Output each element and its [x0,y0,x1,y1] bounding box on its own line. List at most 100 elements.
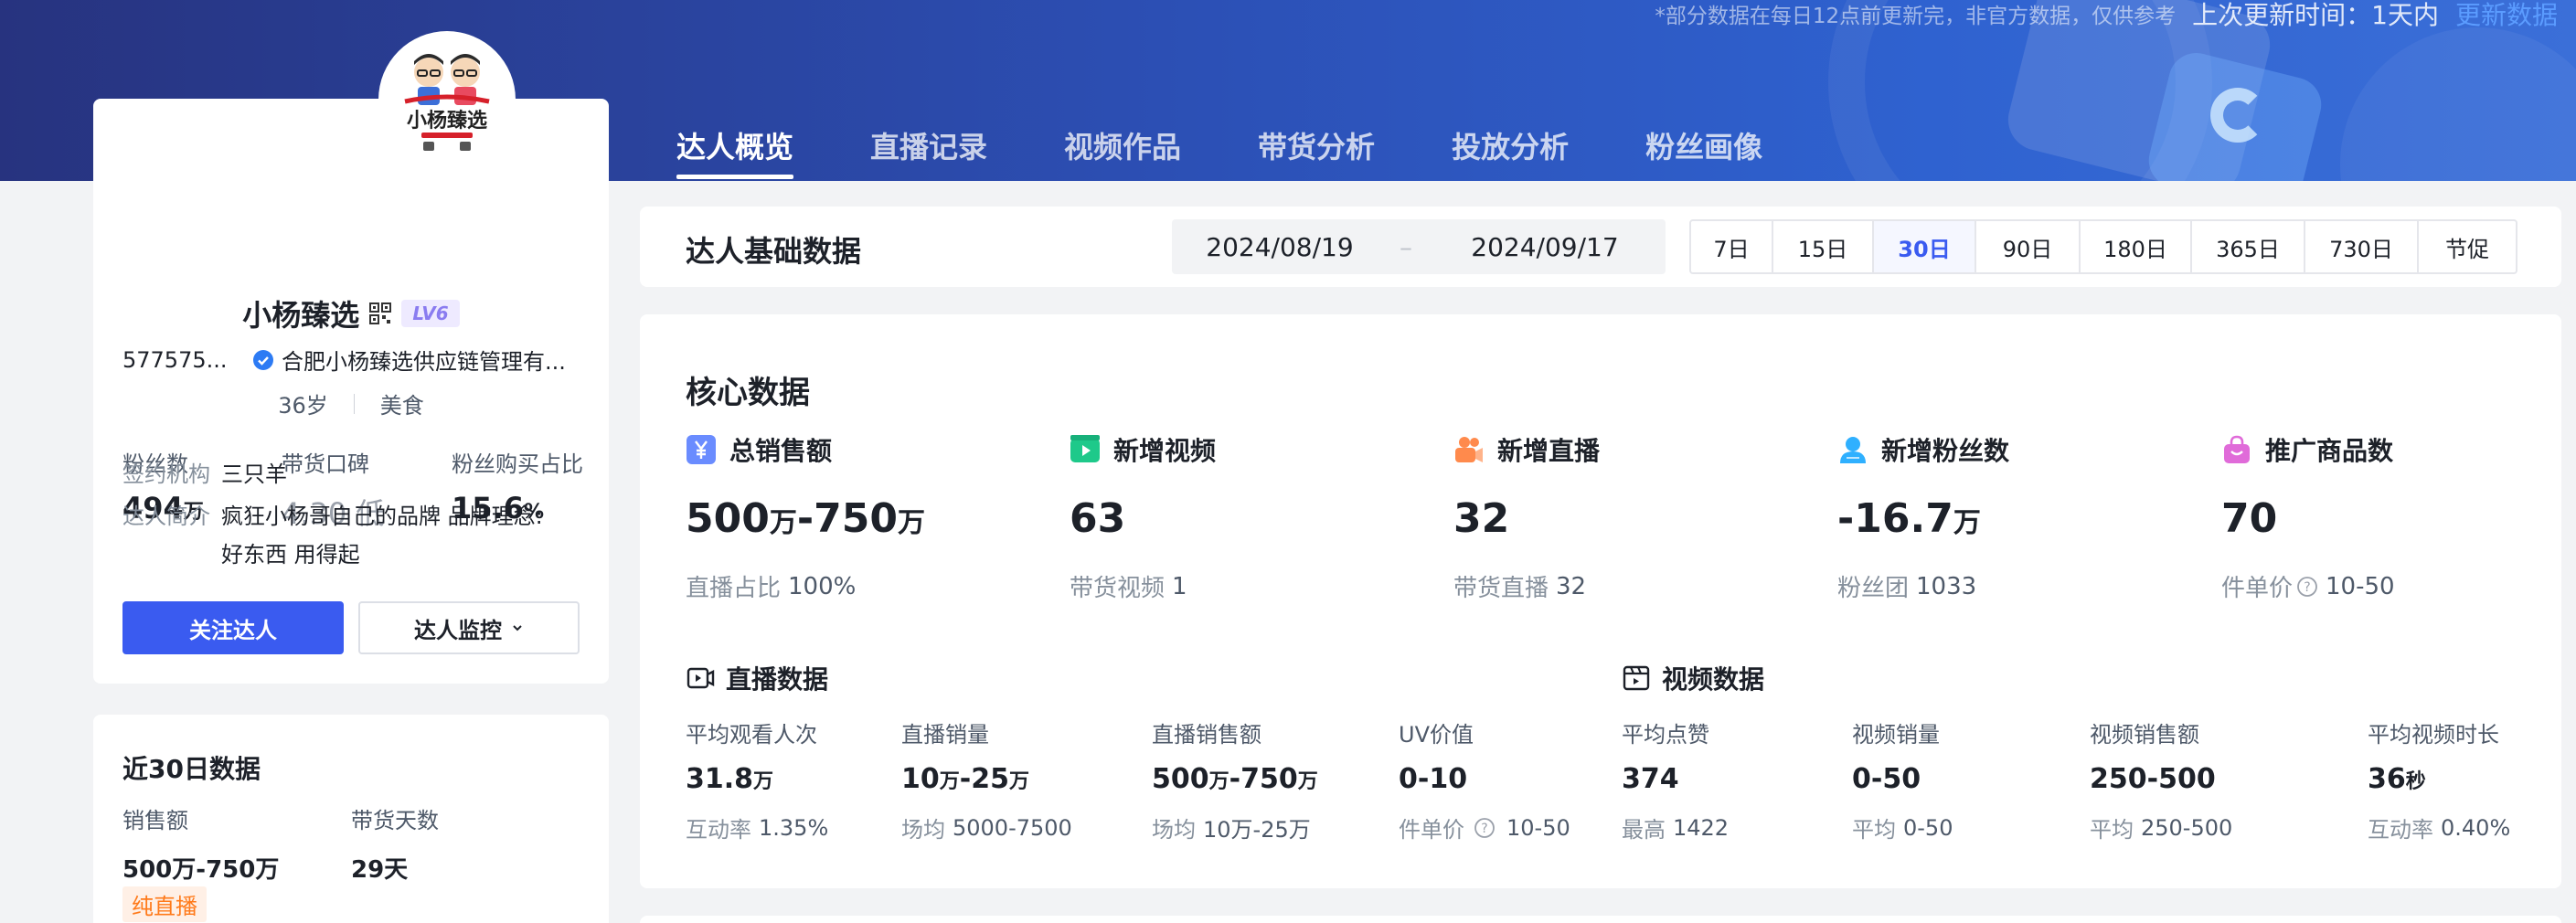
intro-text-line: 好东西 用得起 [221,542,360,568]
range-selector: 7日 15日 30日 90日 180日 365日 730日 节促 [1689,219,2517,274]
metric-unit: 万 [1008,770,1029,793]
range-option[interactable]: 节促 [2419,221,2516,272]
follow-button[interactable]: 关注达人 [122,601,344,654]
kpi-label: 推广商品数 [2265,436,2394,466]
video-play-icon [1070,435,1100,462]
metric-unit: 万 [939,770,960,793]
update-data-link[interactable]: 更新数据 [2455,0,2558,32]
tab-fan-profile[interactable]: 粉丝画像 [1645,124,1762,166]
metric-label: 平均点赞 [1622,722,1709,748]
kpi-sub-label: 带货直播 [1453,575,1549,602]
basic-data-title: 达人基础数据 [686,234,862,269]
kpi-new-videos: 新增视频 63 带货视频 1 [1070,431,1216,603]
kpi-sub-value: 32 [1556,572,1587,600]
avatar[interactable]: 小杨臻选 [385,37,509,162]
metric-value: 36 [2368,763,2406,795]
kpi-label: 总销售额 [729,436,833,466]
recent-sales: 销售额 500万-750万 [122,802,279,885]
metric-unit: 万 [1208,770,1229,793]
range-option[interactable]: 180日 [2081,221,2192,272]
kpi-value: 500 [686,495,770,542]
metric-sub-value: 1422 [1673,814,1730,841]
user-icon [1840,437,1866,463]
kpi-sub-label: 直播占比 [686,575,782,602]
creator-age: 36岁 [278,393,328,419]
live-data-title: 直播数据 [726,664,829,695]
metric-label: 平均观看人次 [686,722,817,748]
divider [353,393,355,414]
metric-value: 500 [1152,763,1209,795]
tab-sales-analysis[interactable]: 带货分析 [1258,124,1375,166]
kpi-value: 32 [1453,495,1510,542]
metric-sub-value: 10-50 [1506,814,1570,841]
kpi-unit: 万 [769,507,797,539]
date-start[interactable]: 2024/08/19 [1172,232,1388,262]
kpi-new-lives: 新增直播 32 带货直播 32 [1453,431,1600,603]
creator-name: 小杨臻选 [242,298,360,333]
metric-value: 250-500 [2090,763,2216,795]
tab-overview[interactable]: 达人概览 [676,124,794,179]
kpi-sub-value: 10-50 [2326,572,2395,600]
metric-value: 374 [1622,763,1679,795]
help-icon[interactable]: ? [2296,576,2318,598]
verified-badge-icon [253,349,273,370]
metric-sub-value: 250-500 [2141,814,2233,841]
tab-videos[interactable]: 视频作品 [1064,124,1181,166]
agency-value: 三只羊 [221,462,287,487]
profile-card: 小杨臻选 小杨臻选 LV6 577575... 合肥小杨臻选供应链管理有... … [93,31,609,684]
creator-uid[interactable]: 577575... [122,347,247,373]
range-option-active[interactable]: 30日 [1874,221,1976,272]
help-icon[interactable]: ? [1474,817,1496,839]
tab-live-records[interactable]: 直播记录 [870,124,987,166]
kpi-label: 新增粉丝数 [1881,436,2010,466]
agency-row: 签约机构 三只羊 [122,455,287,493]
metric-live-sales: 直播销售额 500万-750万 场均 10万-25万 [1152,716,1318,843]
metric-sub-label: 件单价 [1399,817,1464,843]
qr-code-icon[interactable] [368,302,392,325]
level-badge: LV6 [401,300,460,327]
metric-sub-label: 互动率 [2368,817,2433,843]
metric-live-volume: 直播销量 10万-25万 场均 5000-7500 [901,716,1072,843]
metric-avg-video-duration: 平均视频时长 36秒 互动率 0.40% [2368,716,2510,843]
yen-icon [687,435,716,464]
video-data-title: 视频数据 [1662,664,1765,695]
recent-selling-days: 带货天数 29天 [351,802,439,885]
tab-ad-analysis[interactable]: 投放分析 [1452,124,1569,166]
profile-id-row: 577575... 合肥小杨臻选供应链管理有... [122,344,598,376]
profile-meta-row: 36岁 美食 [93,387,609,419]
update-bar: *部分数据在每日12点前更新完，非官方数据，仅供参考 上次更新时间：1天内 更新… [1655,0,2558,30]
kpi-value: -750 [796,495,898,542]
metric-label: 直播销量 [901,722,989,748]
intro-row: 达人简介 疯狂小杨哥自己的品牌 品牌理念: 好东西 用得起 [122,497,543,574]
kpi-unit: 万 [1953,507,1981,539]
date-range-picker[interactable]: 2024/08/19 – 2024/09/17 [1172,219,1666,274]
kpi-sub-label: 粉丝团 [1837,575,1910,602]
kpi-new-fans: 新增粉丝数 -16.7万 粉丝团 1033 [1837,431,2009,603]
metric-label: 视频销量 [1852,722,1940,748]
live-camera-icon [1455,437,1483,462]
metric-label: 直播销售额 [1152,722,1261,748]
metric-value: 0-10 [1399,763,1468,795]
range-option[interactable]: 365日 [2192,221,2305,272]
metric-label: 平均视频时长 [2368,722,2499,748]
metric-sub-label: 最高 [1622,817,1666,843]
kpi-label: 新增视频 [1113,436,1217,466]
range-option[interactable]: 7日 [1691,221,1773,272]
metric-value: -750 [1229,763,1298,795]
range-option[interactable]: 15日 [1773,221,1874,272]
svg-text:?: ? [1481,822,1487,836]
recent-sales-value: 500万-750万 [122,856,280,884]
kpi-total-sales: 总销售额 500万-750万 直播占比 100% [686,431,925,603]
metric-sub-value: 5000-7500 [953,814,1072,841]
date-end[interactable]: 2024/09/17 [1424,232,1666,262]
metric-sub-label: 场均 [1152,817,1196,843]
range-option[interactable]: 730日 [2305,221,2419,272]
kpi-sub-label: 带货视频 [1070,575,1166,602]
metric-sub-value: 10万-25万 [1203,817,1311,843]
live-only-tag: 纯直播 [122,886,207,922]
metric-unit: 秒 [2405,770,2426,793]
monitor-dropdown-button[interactable]: 达人监控 [358,601,580,654]
range-option[interactable]: 90日 [1976,221,2081,272]
company-name: 合肥小杨臻选供应链管理有... [282,349,566,375]
metric-sub-label: 互动率 [686,817,751,843]
